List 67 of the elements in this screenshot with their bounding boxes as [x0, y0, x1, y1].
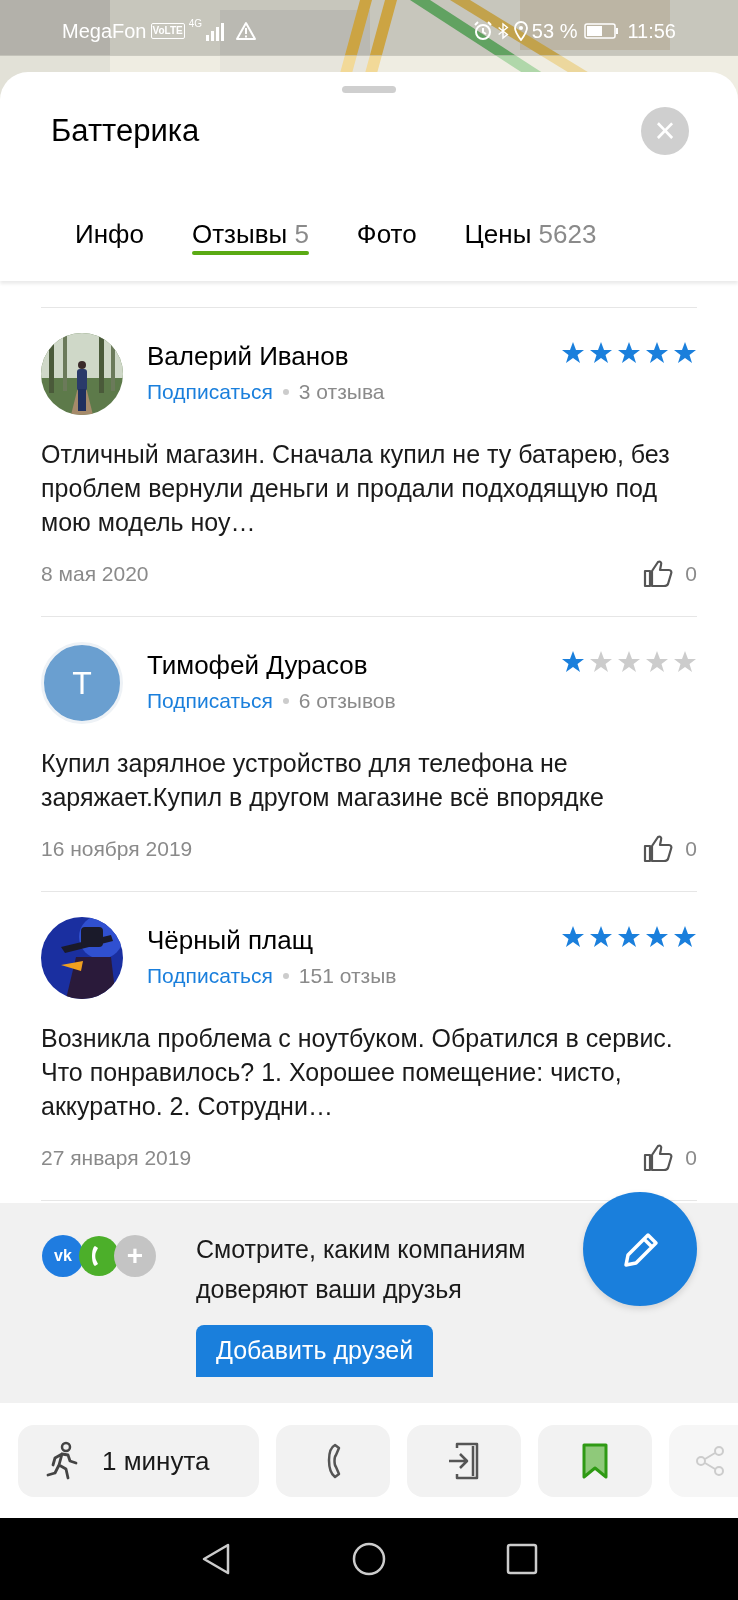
tab[interactable]: Фото: [356, 193, 417, 281]
review-count: 151 отзыв: [298, 963, 397, 990]
tab[interactable]: Цены 5623: [464, 193, 597, 281]
review-count: 3 отзыва: [298, 379, 385, 406]
home-icon[interactable]: [352, 1542, 386, 1576]
battery-percent: 53 %: [531, 19, 578, 44]
subscribe-link[interactable]: Подписаться: [147, 960, 273, 992]
edit-button[interactable]: [582, 1191, 698, 1307]
call-button[interactable]: [276, 1425, 390, 1497]
star-icon: [645, 925, 669, 949]
back-icon[interactable]: [200, 1542, 232, 1576]
review-date: 27 января 2019: [41, 1145, 192, 1172]
reviewer-name: Валерий Иванов: [147, 340, 350, 373]
clock: 11:56: [627, 19, 676, 44]
review-date: 8 мая 2020: [41, 561, 149, 588]
recent-apps-icon[interactable]: [506, 1543, 538, 1575]
star-icon: [561, 925, 585, 949]
star-icon: [589, 650, 613, 674]
review-date: 16 ноября 2019: [41, 836, 193, 863]
star-icon: [561, 341, 585, 365]
vk-logo: vk: [42, 1235, 84, 1277]
star-icon: [673, 650, 697, 674]
volte-badge: VoLTE: [150, 23, 185, 39]
thumbs-up-icon: [643, 559, 674, 589]
reviewer-name: Чёрный плащ: [147, 924, 315, 957]
review-text: Возникла проблема с ноутбуком. Обратился в сервис. Что понравилось? 1. Хорошее помещение: чисто, аккуратно. 2. Сотрудни…: [41, 1023, 674, 1122]
drag-handle[interactable]: [342, 86, 396, 93]
subscribe-link[interactable]: Подписаться: [147, 376, 273, 408]
like-button[interactable]: 0: [643, 558, 697, 590]
signal-icon: [206, 21, 225, 41]
reviewer-name: Тимофей Дурасов: [147, 649, 369, 682]
avatar: Т: [41, 642, 123, 724]
subscribe-link[interactable]: Подписаться: [147, 685, 273, 717]
entrance-button[interactable]: [407, 1425, 521, 1497]
review-text: Отличный магазин. Сначала купил не ту батарею, без проблем вернули деньги и продали подходящую под мою модель ноу…: [41, 439, 671, 538]
battery-icon: [584, 23, 619, 39]
like-button[interactable]: 0: [643, 1142, 697, 1174]
promo-text: Смотрите, каким компаниям доверяют ваши друзья: [196, 1234, 526, 1305]
add-friend-icon: +: [114, 1235, 156, 1277]
review-count: 6 отзывов: [298, 688, 396, 715]
star-icon: [561, 650, 585, 674]
tab[interactable]: Инфо: [75, 193, 144, 281]
network-type: 4G: [188, 17, 203, 31]
star-icon: [617, 650, 641, 674]
star-icon: [645, 650, 669, 674]
place-title: Баттерика: [51, 111, 200, 150]
route-time-button[interactable]: 1 минута: [18, 1425, 259, 1497]
share-icon: [695, 1445, 725, 1477]
thumbs-up-icon: [643, 1143, 674, 1173]
star-icon: [617, 341, 641, 365]
star-icon: [589, 925, 613, 949]
bookmark-button[interactable]: [538, 1425, 652, 1497]
star-icon: [673, 925, 697, 949]
location-icon: [512, 21, 529, 41]
carrier-name: MegaFon: [62, 19, 147, 44]
tab[interactable]: Отзывы 5: [191, 193, 309, 281]
add-friends-button[interactable]: Добавить друзей: [196, 1325, 434, 1377]
enter-icon: [447, 1442, 481, 1480]
warning-icon: [236, 21, 257, 41]
review-text: Купил зарялное устройство для телефона не заряжает.Купил в другом магазине всё впорядке: [41, 748, 605, 813]
star-icon: [645, 341, 669, 365]
thumbs-up-icon: [643, 834, 674, 864]
alarm-icon: [472, 21, 493, 41]
star-icon: [617, 925, 641, 949]
star-icon: [589, 341, 613, 365]
like-button[interactable]: 0: [643, 833, 697, 865]
star-icon: [673, 341, 697, 365]
